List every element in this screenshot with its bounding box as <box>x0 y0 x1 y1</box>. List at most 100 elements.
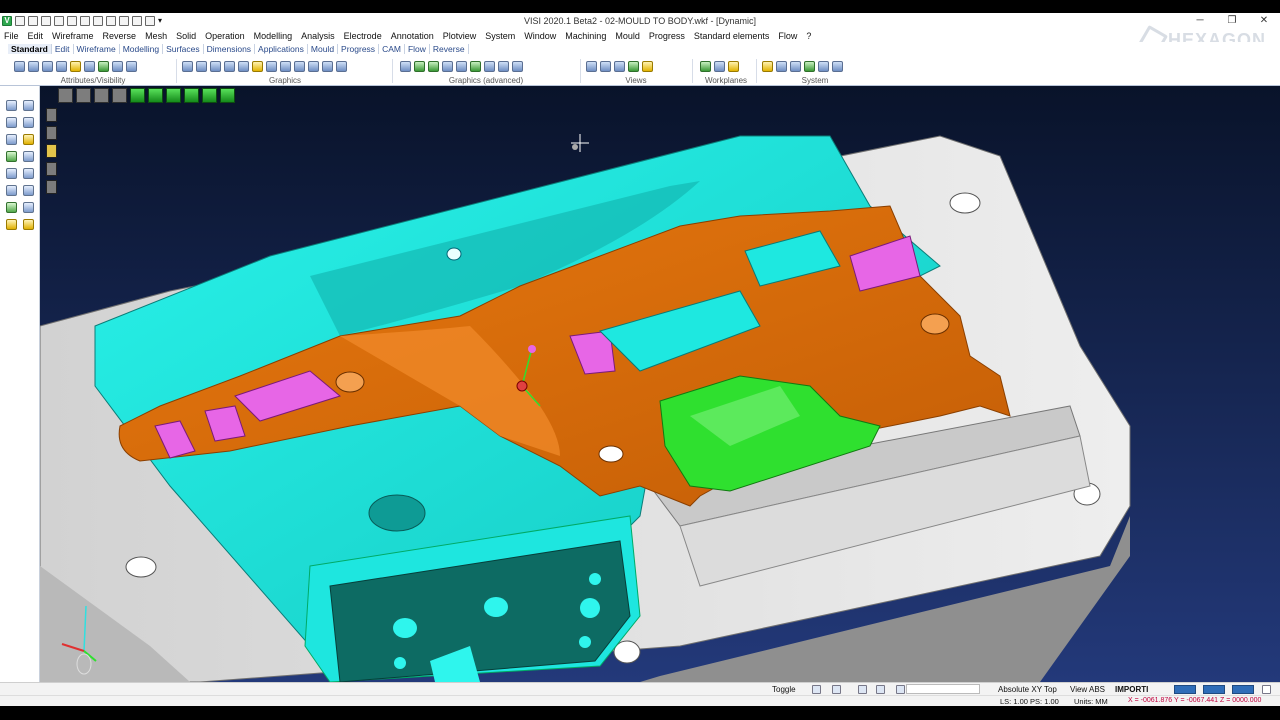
view-menu-icon[interactable] <box>58 88 73 103</box>
active-view-icon[interactable] <box>252 61 263 72</box>
box-select-icon[interactable] <box>6 117 17 128</box>
side-tool-4-icon[interactable] <box>46 162 57 176</box>
status-tool-4-icon[interactable] <box>896 685 905 694</box>
delete-icon[interactable] <box>23 100 34 111</box>
menu-mesh[interactable]: Mesh <box>145 31 167 41</box>
globe-icon[interactable] <box>804 61 815 72</box>
redo-icon[interactable] <box>132 16 142 26</box>
view-1-icon[interactable] <box>196 61 207 72</box>
layer-icon[interactable] <box>14 61 25 72</box>
menu-analysis[interactable]: Analysis <box>301 31 335 41</box>
blank-icon[interactable] <box>42 61 53 72</box>
solid-icon[interactable] <box>23 185 34 196</box>
menu-operation[interactable]: Operation <box>205 31 245 41</box>
lock-icon[interactable] <box>23 202 34 213</box>
menu-wireframe[interactable]: Wireframe <box>52 31 94 41</box>
tab-dimensions[interactable]: Dimensions <box>204 44 256 54</box>
menu-modelling[interactable]: Modelling <box>254 31 293 41</box>
config-icon[interactable] <box>776 61 787 72</box>
tools-icon[interactable] <box>6 219 17 230</box>
view-top-icon[interactable] <box>586 61 597 72</box>
menu-electrode[interactable]: Electrode <box>344 31 382 41</box>
dropdown-icon[interactable]: ▾ <box>158 16 168 26</box>
restore-button[interactable]: ❐ <box>1216 13 1248 29</box>
edit-icon[interactable] <box>23 134 34 145</box>
view-side-icon[interactable] <box>614 61 625 72</box>
tab-modelling[interactable]: Modelling <box>120 44 164 54</box>
workplane-1-icon[interactable] <box>700 61 711 72</box>
help-icon[interactable] <box>876 685 885 694</box>
shading-4-icon[interactable] <box>442 61 453 72</box>
redo-history-icon[interactable] <box>145 16 155 26</box>
tab-applications[interactable]: Applications <box>255 44 308 54</box>
plane-icon[interactable] <box>23 168 34 179</box>
view-9-icon[interactable] <box>322 61 333 72</box>
tab-surfaces[interactable]: Surfaces <box>163 44 204 54</box>
menu-flow[interactable]: Flow <box>778 31 797 41</box>
view-shade-5-icon[interactable] <box>202 88 217 103</box>
status-tool-3-icon[interactable] <box>858 685 867 694</box>
new-file-icon[interactable] <box>15 16 25 26</box>
view-10-icon[interactable] <box>336 61 347 72</box>
move-icon[interactable] <box>23 219 34 230</box>
filter-icon[interactable] <box>126 61 137 72</box>
minimize-button[interactable]: ─ <box>1184 13 1216 29</box>
show-all-icon[interactable] <box>84 61 95 72</box>
palette-icon[interactable] <box>762 61 773 72</box>
view-5-icon[interactable] <box>266 61 277 72</box>
tab-flow[interactable]: Flow <box>405 44 430 54</box>
view-front-icon[interactable] <box>600 61 611 72</box>
side-tool-2-icon[interactable] <box>46 126 57 140</box>
open-folder-icon[interactable] <box>28 16 38 26</box>
view-shade-1-icon[interactable] <box>130 88 145 103</box>
menu-reverse[interactable]: Reverse <box>103 31 137 41</box>
tab-mould[interactable]: Mould <box>308 44 339 54</box>
side-tool-5-icon[interactable] <box>46 180 57 194</box>
shading-5-icon[interactable] <box>456 61 467 72</box>
graphics-viewport[interactable] <box>40 86 1280 682</box>
surface-pick-icon[interactable] <box>6 151 17 162</box>
save-all-icon[interactable] <box>67 16 77 26</box>
menu-file[interactable]: File <box>4 31 19 41</box>
attributes-icon[interactable] <box>28 61 39 72</box>
status-tool-2-icon[interactable] <box>832 685 841 694</box>
menu-edit[interactable]: Edit <box>28 31 44 41</box>
shading-3-icon[interactable] <box>428 61 439 72</box>
menu-plotview[interactable]: Plotview <box>443 31 477 41</box>
view-cube-icon[interactable] <box>76 88 91 103</box>
menu-system[interactable]: System <box>485 31 515 41</box>
app-logo-icon[interactable]: V <box>2 16 12 26</box>
save-icon[interactable] <box>54 16 64 26</box>
view-sphere-icon[interactable] <box>94 88 109 103</box>
tab-edit[interactable]: Edit <box>52 44 74 54</box>
measure-icon[interactable] <box>23 151 34 162</box>
calculator-icon[interactable] <box>790 61 801 72</box>
hide-icon[interactable] <box>98 61 109 72</box>
print-icon[interactable] <box>80 16 90 26</box>
view-shade-4-icon[interactable] <box>184 88 199 103</box>
open-icon[interactable] <box>41 16 51 26</box>
menu-solid[interactable]: Solid <box>176 31 196 41</box>
regenerate-icon[interactable] <box>182 61 193 72</box>
point-icon[interactable] <box>6 202 17 213</box>
chain-icon[interactable] <box>6 134 17 145</box>
view-3-icon[interactable] <box>224 61 235 72</box>
shading-8-icon[interactable] <box>498 61 509 72</box>
view-2-icon[interactable] <box>210 61 221 72</box>
select-icon[interactable] <box>6 100 17 111</box>
menu-standard-elements[interactable]: Standard elements <box>694 31 770 41</box>
unblank-icon[interactable] <box>56 61 67 72</box>
view-pan-icon[interactable] <box>112 88 127 103</box>
rotate-icon[interactable] <box>6 168 17 179</box>
view-7-icon[interactable] <box>294 61 305 72</box>
swap-icon[interactable] <box>112 61 123 72</box>
shading-6-icon[interactable] <box>470 61 481 72</box>
menu-window[interactable]: Window <box>524 31 556 41</box>
shading-1-icon[interactable] <box>400 61 411 72</box>
view-shade-2-icon[interactable] <box>148 88 163 103</box>
shading-2-icon[interactable] <box>414 61 425 72</box>
view-shade-3-icon[interactable] <box>166 88 181 103</box>
tab-progress[interactable]: Progress <box>338 44 380 54</box>
view-4-icon[interactable] <box>238 61 249 72</box>
trim-icon[interactable] <box>23 117 34 128</box>
